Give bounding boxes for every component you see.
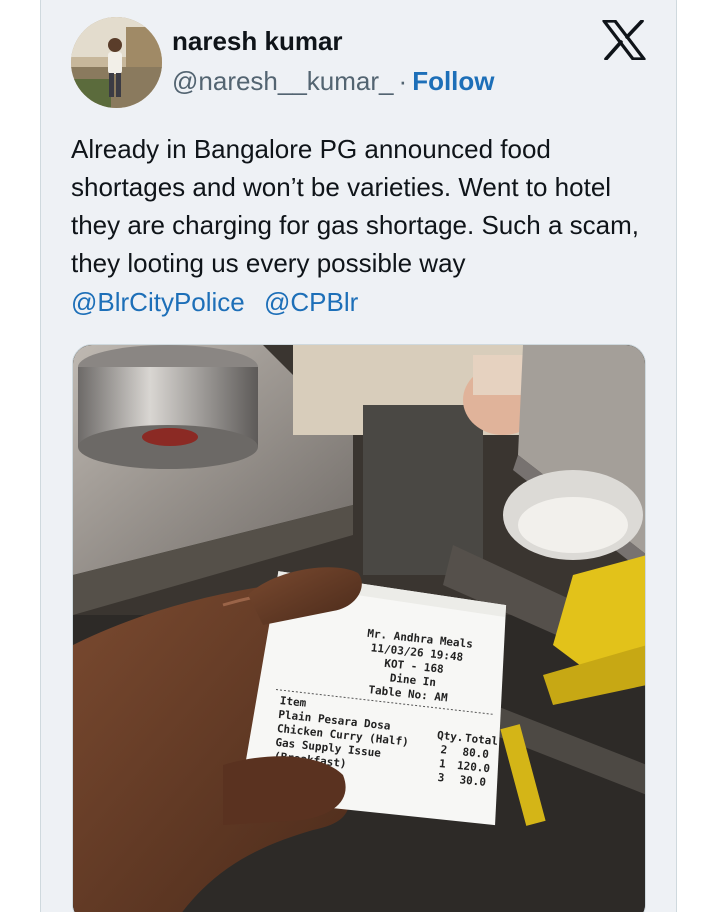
avatar[interactable] <box>71 17 162 108</box>
tweet-text: Already in Bangalore PG announced food s… <box>71 134 639 278</box>
user-handle[interactable]: @naresh__kumar_ <box>172 66 394 96</box>
attached-photo[interactable]: Mr. Andhra Meals 11/03/26 19:48 KOT - 16… <box>72 344 646 912</box>
receipt-item-qty: 2 <box>440 743 448 757</box>
display-name[interactable]: naresh kumar <box>172 26 343 57</box>
handle-row: @naresh__kumar_ · Follow <box>172 66 495 97</box>
receipt-photo: Mr. Andhra Meals 11/03/26 19:48 KOT - 16… <box>73 345 645 912</box>
receipt-item-total: 80.0 <box>462 745 490 761</box>
mention-blrcitypolice[interactable]: @BlrCityPolice <box>71 287 245 317</box>
x-logo-icon[interactable] <box>602 20 646 60</box>
separator-dot: · <box>398 66 408 96</box>
receipt-qty-header: Qty. <box>436 729 464 745</box>
receipt-item-qty: 3 <box>437 771 445 785</box>
mention-cpblr[interactable]: @CPBlr <box>264 287 358 317</box>
avatar-image <box>71 17 162 108</box>
receipt-item-total: 30.0 <box>459 773 487 789</box>
mentions: @BlrCityPolice @CPBlr <box>71 283 370 321</box>
page: naresh kumar @naresh__kumar_ · Follow Alre… <box>0 0 718 912</box>
follow-button[interactable]: Follow <box>412 66 494 96</box>
